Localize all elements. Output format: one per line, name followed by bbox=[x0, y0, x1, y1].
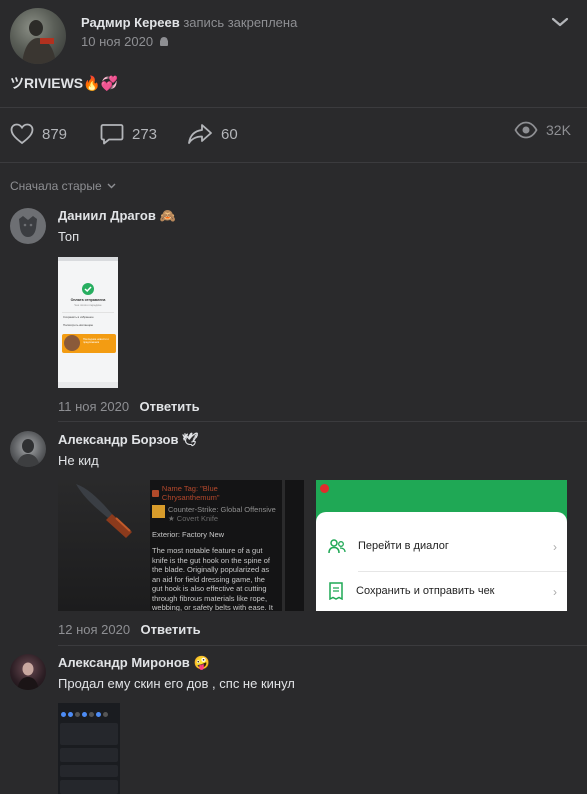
comment-attachment-image[interactable]: Перейти в диалог › Сохранить и отправить… bbox=[316, 480, 567, 611]
comment-date[interactable]: 11 ноя 2020 bbox=[58, 399, 129, 414]
comment-text: Топ bbox=[58, 229, 80, 244]
chevron-right-icon: › bbox=[553, 540, 557, 554]
menu-item-dialog[interactable]: Перейти в диалог bbox=[328, 538, 449, 554]
attachment-promo-text: Последние новости и предложения bbox=[83, 338, 109, 344]
dog-logo-icon bbox=[19, 216, 37, 237]
pinned-label: запись закреплена bbox=[183, 15, 298, 30]
actions-divider bbox=[0, 162, 587, 163]
post-author-label[interactable]: Радмир Кереев bbox=[81, 15, 180, 30]
menu-item-label: Сохранить и отправить чек bbox=[356, 585, 495, 597]
comment-author[interactable]: Даниил Драгов 🙈 bbox=[58, 208, 176, 224]
item-name-tag: Name Tag: "Blue Chrysanthemum" bbox=[161, 484, 220, 502]
comment-attachment-image[interactable] bbox=[58, 703, 120, 794]
comment-author-name[interactable]: Александр Борзов bbox=[58, 432, 178, 447]
comment-avatar[interactable] bbox=[10, 431, 46, 467]
post-divider bbox=[0, 107, 587, 108]
view-count: 32K bbox=[546, 122, 571, 138]
check-icon bbox=[82, 283, 94, 295]
post-date[interactable]: 10 ноя 2020 bbox=[81, 34, 153, 49]
heart-icon bbox=[10, 123, 34, 145]
attachment-row-2: Посмотреть квитанцию bbox=[63, 323, 94, 327]
item-exterior: Exterior: Factory New bbox=[152, 530, 225, 539]
comment-author-name[interactable]: Даниил Драгов bbox=[58, 208, 156, 223]
menu-item-label: Перейти в диалог bbox=[358, 540, 449, 552]
comment-footer: 12 ноя 2020 Ответить bbox=[58, 621, 201, 639]
comment-author-name[interactable]: Александр Миронов bbox=[58, 655, 190, 670]
tag-icon bbox=[152, 489, 159, 497]
notification-dot bbox=[320, 484, 329, 493]
post-author-name[interactable]: Радмир Кереев запись закреплена bbox=[81, 15, 297, 30]
item-kind: ★ Covert Knife bbox=[168, 514, 219, 523]
reply-button[interactable]: Ответить bbox=[141, 622, 201, 637]
item-description: The most notable feature of a gut knife … bbox=[152, 546, 273, 611]
knife-icon bbox=[76, 484, 132, 538]
views-indicator: 32K bbox=[514, 121, 571, 139]
quick-settings bbox=[61, 712, 108, 717]
sort-label: Сначала старые bbox=[10, 179, 102, 193]
share-button[interactable]: 60 bbox=[187, 123, 238, 145]
item-game: Counter-Strike: Global Offensive bbox=[168, 505, 276, 514]
comment-text: Продал ему скин его дов , спс не кинул bbox=[58, 676, 295, 691]
comment-attachment-image[interactable]: Name Tag: "Blue Chrysanthemum" Counter-S… bbox=[58, 480, 311, 611]
post-meta: 10 ноя 2020 bbox=[81, 34, 169, 49]
reply-button[interactable]: Ответить bbox=[140, 399, 200, 414]
user-photo-icon bbox=[16, 439, 40, 467]
csgo-icon bbox=[152, 505, 165, 518]
author-avatar[interactable] bbox=[10, 8, 66, 64]
sort-dropdown[interactable]: Сначала старые bbox=[10, 179, 116, 193]
menu-item-save-receipt[interactable]: Сохранить и отправить чек bbox=[328, 582, 495, 600]
comment-avatar[interactable] bbox=[10, 654, 46, 690]
like-button[interactable]: 879 bbox=[10, 123, 67, 145]
comment-attachment-image[interactable]: Оплата отправлена Чек готов к передаче С… bbox=[58, 257, 118, 388]
post-menu-chevron[interactable] bbox=[551, 16, 569, 28]
attachment-row-1: Сохранить в избранное bbox=[63, 315, 94, 319]
emoji-badge: 🕊 bbox=[182, 432, 199, 447]
comment-divider bbox=[58, 421, 587, 422]
attachment-promo: Последние новости и предложения bbox=[62, 334, 116, 353]
users-icon bbox=[328, 539, 346, 554]
receipt-icon bbox=[329, 582, 343, 600]
comment-author[interactable]: Александр Миронов 🤪 bbox=[58, 655, 210, 671]
post-text: ツRIVIEWS🔥💞 bbox=[10, 75, 118, 91]
user-photo-icon bbox=[17, 662, 39, 690]
attachment-subtitle: Чек готов к передаче bbox=[74, 303, 102, 307]
chevron-right-icon: › bbox=[553, 585, 557, 599]
author-photo-icon bbox=[22, 20, 56, 64]
android-icon bbox=[160, 36, 169, 46]
share-count: 60 bbox=[221, 125, 238, 143]
comment-divider bbox=[58, 645, 587, 646]
emoji-badge: 🤪 bbox=[193, 655, 210, 670]
eye-icon bbox=[514, 121, 538, 139]
emoji-badge: 🙈 bbox=[159, 208, 176, 223]
comment-date[interactable]: 12 ноя 2020 bbox=[58, 622, 130, 637]
attachment-title: Оплата отправлена bbox=[70, 298, 106, 302]
comment-text: Не кид bbox=[58, 453, 99, 468]
comment-count: 273 bbox=[132, 125, 158, 143]
like-count: 879 bbox=[42, 125, 68, 143]
comment-avatar[interactable] bbox=[10, 208, 46, 244]
share-icon bbox=[188, 124, 212, 144]
comment-author[interactable]: Александр Борзов 🕊 bbox=[58, 432, 199, 448]
comment-footer: 11 ноя 2020 Ответить bbox=[58, 398, 200, 416]
chevron-down-icon bbox=[551, 17, 569, 27]
comment-icon bbox=[100, 124, 124, 145]
chevron-down-icon bbox=[107, 183, 116, 189]
comment-button[interactable]: 273 bbox=[100, 123, 157, 145]
